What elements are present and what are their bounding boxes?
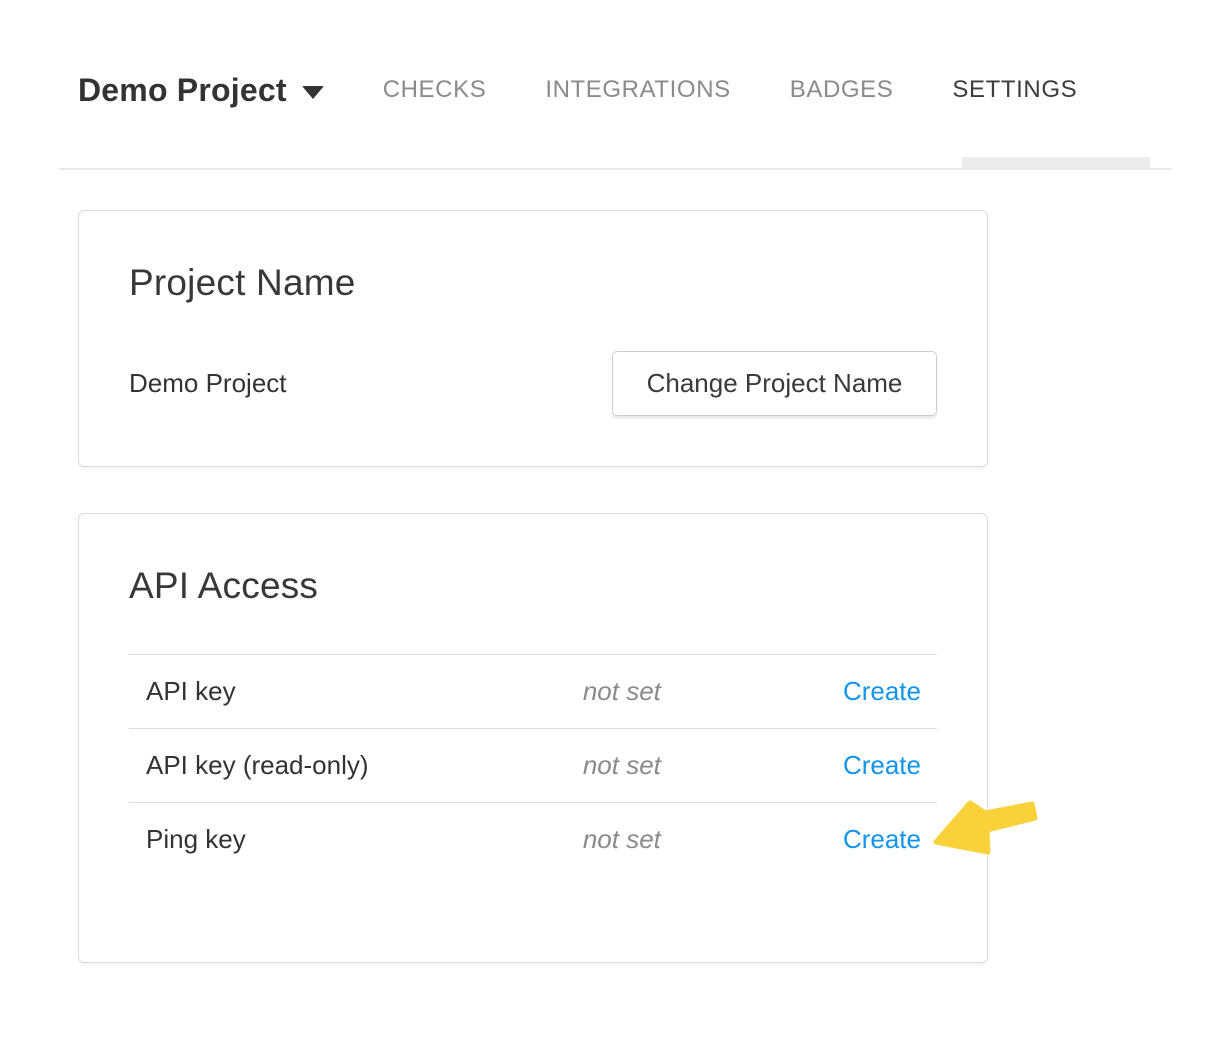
settings-page: Demo Project CHECKS INTEGRATIONS BADGES …: [0, 0, 1220, 1059]
api-access-card-title: API Access: [129, 564, 937, 608]
table-row-api-key-read-only: API key (read-only) not set Create: [129, 728, 937, 802]
current-project-name: Demo Project: [129, 368, 287, 399]
ping-key-label: Ping key: [129, 824, 501, 855]
table-row-api-key: API key not set Create: [129, 654, 937, 728]
settings-active-tab-indicator: [962, 157, 1150, 168]
tab-checks[interactable]: CHECKS: [383, 76, 487, 104]
api-key-label: API key: [129, 676, 501, 707]
project-title: Demo Project: [78, 72, 287, 109]
ping-key-value: not set: [501, 824, 743, 855]
project-name-card-title: Project Name: [129, 261, 937, 305]
api-key-read-only-label: API key (read-only): [129, 750, 501, 781]
top-navigation: Demo Project CHECKS INTEGRATIONS BADGES …: [78, 58, 1077, 122]
api-key-value: not set: [501, 676, 743, 707]
create-api-key-link[interactable]: Create: [843, 676, 921, 706]
change-project-name-button[interactable]: Change Project Name: [612, 351, 937, 416]
project-switcher-dropdown[interactable]: Demo Project: [78, 72, 324, 109]
chevron-down-icon: [302, 86, 324, 99]
tab-badges[interactable]: BADGES: [790, 76, 894, 104]
api-access-card: API Access API key not set Create API ke…: [78, 513, 988, 963]
create-ping-key-link[interactable]: Create: [843, 824, 921, 854]
tab-integrations[interactable]: INTEGRATIONS: [545, 76, 730, 104]
create-api-key-read-only-link[interactable]: Create: [843, 750, 921, 780]
table-row-ping-key: Ping key not set Create: [129, 802, 937, 876]
project-name-row: Demo Project Change Project Name: [129, 351, 937, 416]
api-keys-table: API key not set Create API key (read-onl…: [129, 654, 937, 876]
api-key-read-only-value: not set: [501, 750, 743, 781]
tab-settings[interactable]: SETTINGS: [952, 76, 1077, 104]
project-name-card: Project Name Demo Project Change Project…: [78, 210, 988, 467]
nav-divider: [59, 168, 1172, 170]
